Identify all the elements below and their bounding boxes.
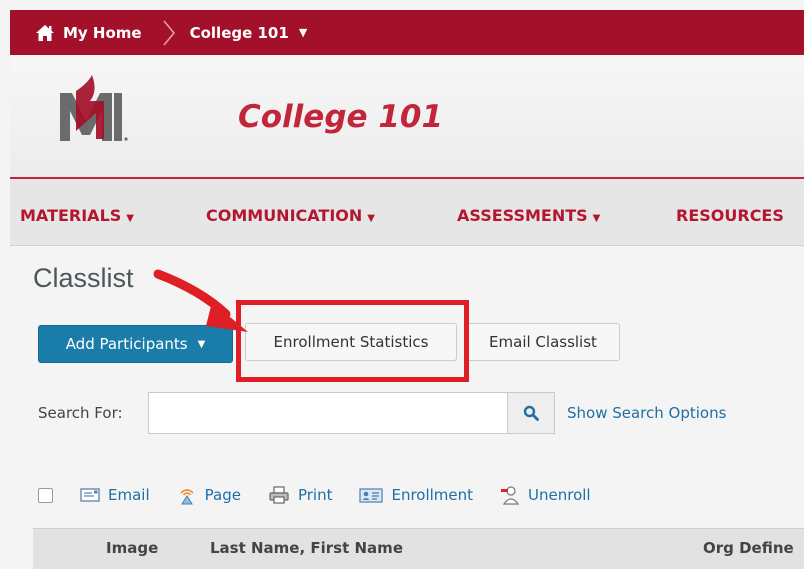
- page-icon: [180, 489, 194, 505]
- page-title: Classlist: [33, 263, 134, 293]
- nav-communication-label: COMMUNICATION: [206, 206, 363, 225]
- search-icon: [523, 405, 539, 421]
- enrollment-action[interactable]: Enrollment: [359, 486, 473, 504]
- search-button[interactable]: [507, 392, 555, 434]
- unenroll-user-icon: [501, 486, 520, 505]
- enrollment-action-label: Enrollment: [391, 486, 474, 504]
- email-action-label: Email: [108, 486, 150, 504]
- print-icon: [269, 486, 289, 504]
- unenroll-action[interactable]: Unenroll: [500, 485, 591, 505]
- column-header-image[interactable]: Image: [106, 539, 158, 557]
- chevron-down-icon: ▼: [126, 213, 134, 224]
- column-header-org-defined-id[interactable]: Org Define: [703, 539, 794, 557]
- home-icon: [36, 24, 54, 41]
- column-header-name[interactable]: Last Name, First Name: [210, 539, 403, 557]
- page-action[interactable]: Page: [177, 485, 241, 505]
- nav-resources-label: RESOURCES: [676, 206, 784, 225]
- course-navbar: MATERIALS ▼ COMMUNICATION ▼ ASSESSMENTS ▼ R…: [10, 179, 804, 246]
- email-icon: [80, 488, 100, 502]
- chevron-down-icon: ▼: [592, 213, 601, 224]
- breadcrumb-separator-icon: [163, 20, 175, 45]
- chevron-down-icon: ▼: [298, 26, 308, 39]
- show-search-options-link[interactable]: Show Search Options: [567, 404, 726, 422]
- email-classlist-label: Email Classlist: [489, 333, 597, 351]
- chevron-down-icon: ▼: [367, 213, 375, 224]
- course-title: College 101: [238, 99, 444, 135]
- enrollment-statistics-label: Enrollment Statistics: [273, 333, 429, 351]
- nav-resources[interactable]: RESOURCES: [676, 206, 784, 225]
- print-action[interactable]: Print: [268, 485, 333, 505]
- my-home-label: My Home: [63, 23, 142, 42]
- nav-assessments[interactable]: ASSESSMENTS ▼: [457, 206, 600, 225]
- search-input[interactable]: [148, 392, 508, 434]
- nav-materials[interactable]: MATERIALS ▼: [20, 206, 134, 225]
- classlist-table-header: Image Last Name, First Name Org Define: [33, 528, 804, 569]
- nav-assessments-label: ASSESSMENTS: [457, 206, 588, 225]
- unenroll-action-label: Unenroll: [528, 486, 591, 504]
- enrollment-icon: [359, 488, 384, 503]
- enrollment-statistics-button[interactable]: Enrollment Statistics: [245, 323, 457, 361]
- nav-materials-label: MATERIALS: [20, 206, 122, 225]
- print-action-label: Print: [297, 486, 333, 504]
- select-all-checkbox[interactable]: [38, 487, 53, 503]
- page-action-label: Page: [204, 486, 241, 504]
- top-navigation-bar: My Home College 101 ▼: [10, 10, 804, 55]
- add-participants-label: Add Participants: [65, 335, 188, 353]
- email-action[interactable]: Email: [80, 486, 150, 504]
- email-classlist-button[interactable]: Email Classlist: [466, 323, 620, 361]
- course-selector[interactable]: College 101 ▼: [190, 24, 308, 42]
- course-banner: College 101: [10, 55, 804, 179]
- my-home-link[interactable]: My Home: [35, 24, 142, 42]
- university-logo: [60, 75, 128, 141]
- course-selector-label: College 101: [189, 23, 289, 42]
- chevron-down-icon: ▼: [197, 338, 206, 350]
- search-label: Search For:: [38, 404, 123, 422]
- add-participants-button[interactable]: Add Participants ▼: [38, 325, 233, 363]
- nav-communication[interactable]: COMMUNICATION ▼: [206, 206, 375, 225]
- classlist-action-toolbar: Email Page Print Enrollment Unenroll: [38, 483, 618, 507]
